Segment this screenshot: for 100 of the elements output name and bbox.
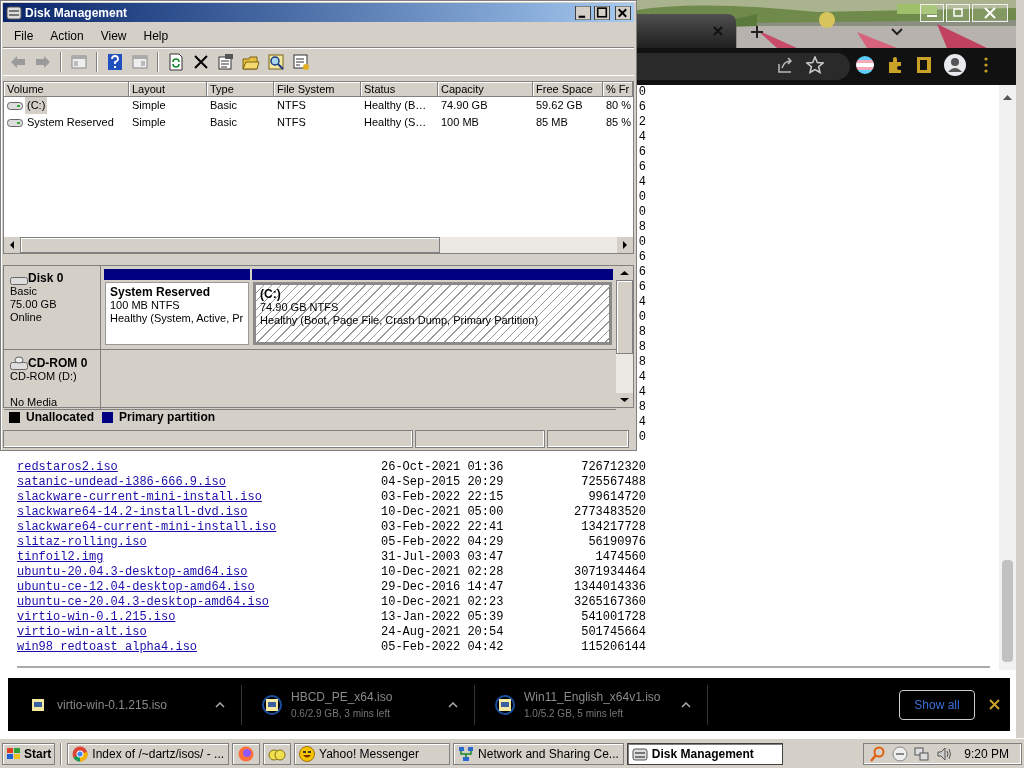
volume-icon[interactable] [936, 745, 953, 762]
window-title: Disk Management [25, 4, 129, 22]
disk-info: 75.00 GB [10, 298, 58, 311]
disk-label[interactable]: CD-ROM 0 CD-ROM (D:) No Media [4, 350, 101, 409]
taskbar-button[interactable] [232, 742, 261, 765]
column-header[interactable]: Layout [129, 82, 207, 97]
file-link[interactable]: virtio-win-0.1.215.iso [17, 610, 176, 624]
network-icon[interactable] [914, 745, 931, 762]
scroll-right-icon[interactable] [617, 237, 633, 253]
column-header[interactable]: File System [274, 82, 361, 97]
file-size: 4 [638, 370, 646, 385]
file-size: 0 [638, 205, 646, 220]
column-header[interactable]: Volume [4, 82, 129, 97]
file-link[interactable]: ubuntu-ce-20.04.3-desktop-amd64.iso [17, 595, 270, 609]
chevron-up-icon[interactable] [215, 701, 225, 708]
horizontal-scrollbar[interactable] [4, 237, 633, 253]
scroll-down-icon[interactable] [616, 393, 633, 407]
close-icon[interactable] [989, 699, 1000, 710]
taskbar-button[interactable]: Yahoo! Messenger [294, 742, 451, 765]
disk-drive-icon [10, 275, 28, 285]
menu-item[interactable]: Action [42, 26, 92, 46]
taskbar-button[interactable]: Disk Management [626, 742, 783, 765]
scroll-left-icon[interactable] [4, 237, 20, 253]
scrollbar-thumb[interactable] [1002, 560, 1013, 662]
partition[interactable]: (C:) 74.90 GB NTFS Healthy (Boot, Page File, Crash Dump, Primary Partition) [253, 282, 612, 345]
address-bar[interactable] [637, 53, 850, 80]
file-link[interactable]: slackware64-current-mini-install.iso [17, 520, 277, 534]
column-header[interactable]: % Fr [603, 82, 633, 97]
table-cell-text: Basic [210, 98, 237, 114]
download-item[interactable]: virtio-win-0.1.215.iso [8, 684, 241, 725]
scroll-up-icon[interactable] [616, 266, 633, 280]
file-date: 10-Dec-2021 05:00 [381, 505, 504, 519]
scrollbar-thumb[interactable] [20, 237, 440, 253]
disk-label[interactable]: Disk 0 Basic 75.00 GB Online [4, 266, 101, 349]
file-link[interactable]: virtio-win-alt.iso [17, 625, 147, 639]
help-icon[interactable] [106, 53, 124, 71]
avatar-icon[interactable] [944, 54, 966, 76]
status-icon[interactable] [892, 745, 909, 762]
file-link[interactable]: satanic-undead-i386-666.9.iso [17, 475, 226, 489]
folder-icon[interactable] [242, 53, 260, 71]
file-size: 8 [638, 355, 646, 370]
file-link[interactable]: slitaz-rolling.iso [17, 535, 147, 549]
file-size: 3071934464 [574, 565, 646, 580]
chevron-up-icon[interactable] [681, 701, 691, 708]
file-date: 26-Oct-2021 01:36 [381, 460, 504, 474]
file-size: 1474560 [595, 550, 646, 565]
disk-info: Online [10, 311, 43, 324]
star-icon[interactable] [806, 56, 824, 74]
file-date: 13-Jan-2022 05:39 [381, 610, 504, 624]
file-link[interactable]: ubuntu-ce-12.04-desktop-amd64.iso [17, 580, 255, 594]
menu-icon[interactable] [984, 57, 988, 73]
column-header[interactable]: Status [361, 82, 438, 97]
minimize-icon[interactable] [575, 5, 591, 20]
scroll-up-icon[interactable] [1003, 95, 1012, 100]
file-size: 6 [638, 280, 646, 295]
scrollbar-thumb[interactable] [616, 280, 633, 354]
new-tab-icon[interactable] [751, 26, 763, 38]
file-link[interactable]: slackware64-14.2-install-dvd.iso [17, 505, 248, 519]
show-all-button[interactable]: Show all [899, 689, 975, 720]
properties-icon[interactable] [217, 53, 235, 71]
taskbar-button[interactable] [263, 742, 292, 765]
table-cell-text: Simple [132, 115, 166, 131]
chevron-up-icon[interactable] [448, 701, 458, 708]
refresh-icon[interactable] [167, 53, 185, 71]
close-icon[interactable] [615, 5, 631, 20]
menu-item[interactable]: File [6, 26, 42, 46]
file-size: 0 [638, 190, 646, 205]
file-size: 726712320 [581, 460, 646, 475]
file-link[interactable]: slackware-current-mini-install.iso [17, 490, 262, 504]
maximize-icon[interactable] [594, 5, 610, 20]
column-header[interactable]: Free Space [533, 82, 603, 97]
settings-icon[interactable] [292, 53, 310, 71]
file-link[interactable]: tinfoil2.img [17, 550, 104, 564]
file-size: 4 [638, 130, 646, 145]
file-date: 05-Feb-2022 04:42 [381, 640, 504, 654]
side-panel-icon[interactable] [916, 56, 932, 74]
search-icon[interactable] [267, 53, 285, 71]
volume-row[interactable]: (C:) Simple Basic NTFS Healthy (B… 74.90 GB 59.62 GB 80 % [4, 97, 633, 114]
column-header[interactable]: Type [207, 82, 274, 97]
extension-icon[interactable] [856, 56, 874, 74]
start-button[interactable]: Start [2, 742, 56, 765]
share-icon[interactable] [776, 56, 794, 74]
table-cell-text: NTFS [277, 115, 306, 131]
file-link[interactable]: win98_redtoast_alpha4.iso [17, 640, 198, 654]
scrollbar[interactable] [999, 85, 1016, 670]
vertical-scrollbar[interactable] [616, 266, 633, 407]
file-link[interactable]: redstaros2.iso [17, 460, 118, 474]
file-link[interactable]: ubuntu-20.04.3-desktop-amd64.iso [17, 565, 248, 579]
partition[interactable]: System Reserved 100 MB NTFS Healthy (System, Active, Pr [105, 282, 249, 345]
chevron-down-icon[interactable] [891, 28, 903, 36]
menu-item[interactable]: Help [135, 26, 177, 46]
disk-info: Basic [10, 285, 38, 298]
delete-icon[interactable] [192, 53, 210, 71]
column-header[interactable]: Capacity [438, 82, 533, 97]
file-date: 31-Jul-2003 03:47 [381, 550, 504, 564]
puzzle-icon[interactable] [886, 56, 904, 74]
menu-item[interactable]: View [92, 26, 135, 46]
taskbar-button[interactable]: Network and Sharing Ce... [453, 742, 624, 765]
volume-row[interactable]: System Reserved Simple Basic NTFS Healthy (S… 100 MB 85 MB 85 % [4, 114, 633, 131]
taskbar-button[interactable]: Index of /~dartz/isos/ - ... [67, 742, 230, 765]
